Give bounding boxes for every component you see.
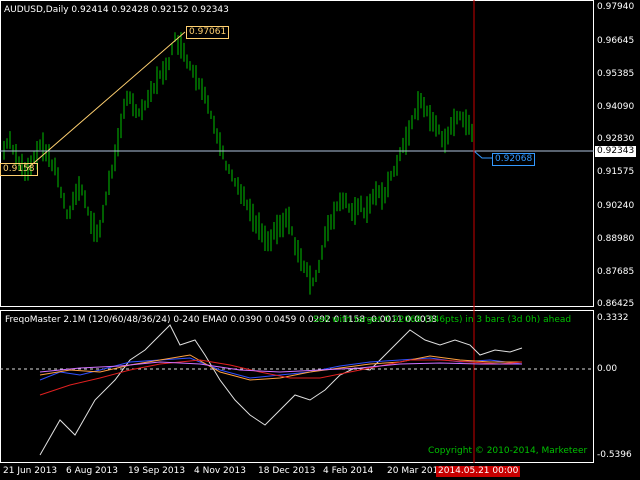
indicator-series xyxy=(39,324,523,456)
time-axis-label: 4 Feb 2014 xyxy=(323,466,374,476)
target-leader xyxy=(473,150,492,159)
swing-high-label: 0.97061 xyxy=(186,26,230,39)
signal-text: Sell with target 0.92068 (346pts) in 3 b… xyxy=(313,315,572,325)
price-axis-label: 0.90240 xyxy=(597,201,635,211)
price-axis-label: 0.91575 xyxy=(597,167,635,177)
target-label: 0.92068 xyxy=(492,153,536,166)
indicator-border xyxy=(0,310,594,463)
time-axis-label: 19 Sep 2013 xyxy=(128,466,186,476)
price-axis-label: 0.96645 xyxy=(597,36,635,46)
time-axis-label: 6 Aug 2013 xyxy=(66,466,118,476)
indicator-axis-label: 0.00 xyxy=(597,364,618,374)
price-axis-label: 0.95385 xyxy=(597,69,635,79)
time-axis-label: 4 Nov 2013 xyxy=(194,466,246,476)
price-axis-label: 0.86425 xyxy=(597,299,635,309)
price-axis-label: 0.87685 xyxy=(597,267,635,277)
crosshair-time-tag: 2014.05.21 00:00 xyxy=(436,466,521,477)
price-axis-label: 0.88980 xyxy=(597,234,635,244)
time-axis-label: 18 Dec 2013 xyxy=(258,466,316,476)
price-axis-label: 0.94090 xyxy=(597,102,635,112)
chart-canvas[interactable] xyxy=(0,0,640,480)
signal-line xyxy=(39,324,523,456)
price-axis-label: 0.92830 xyxy=(597,134,635,144)
indicator-axis-label: 0.3332 xyxy=(597,313,629,323)
indicator-axis-label: -0.5396 xyxy=(597,450,632,460)
current-price-tag: 0.92343 xyxy=(595,146,637,157)
time-axis-label: 21 Jun 2013 xyxy=(3,466,58,476)
swing-low-label: 0.9158 xyxy=(0,163,38,176)
price-axis-label: 0.97940 xyxy=(597,2,635,12)
swing-line xyxy=(27,31,186,169)
main-chart-header: AUDUSD,Daily 0.92414 0.92428 0.92152 0.9… xyxy=(4,5,229,15)
price-bars xyxy=(3,32,473,295)
copyright-text: Copyright © 2010-2014, Marketeer xyxy=(428,446,588,456)
